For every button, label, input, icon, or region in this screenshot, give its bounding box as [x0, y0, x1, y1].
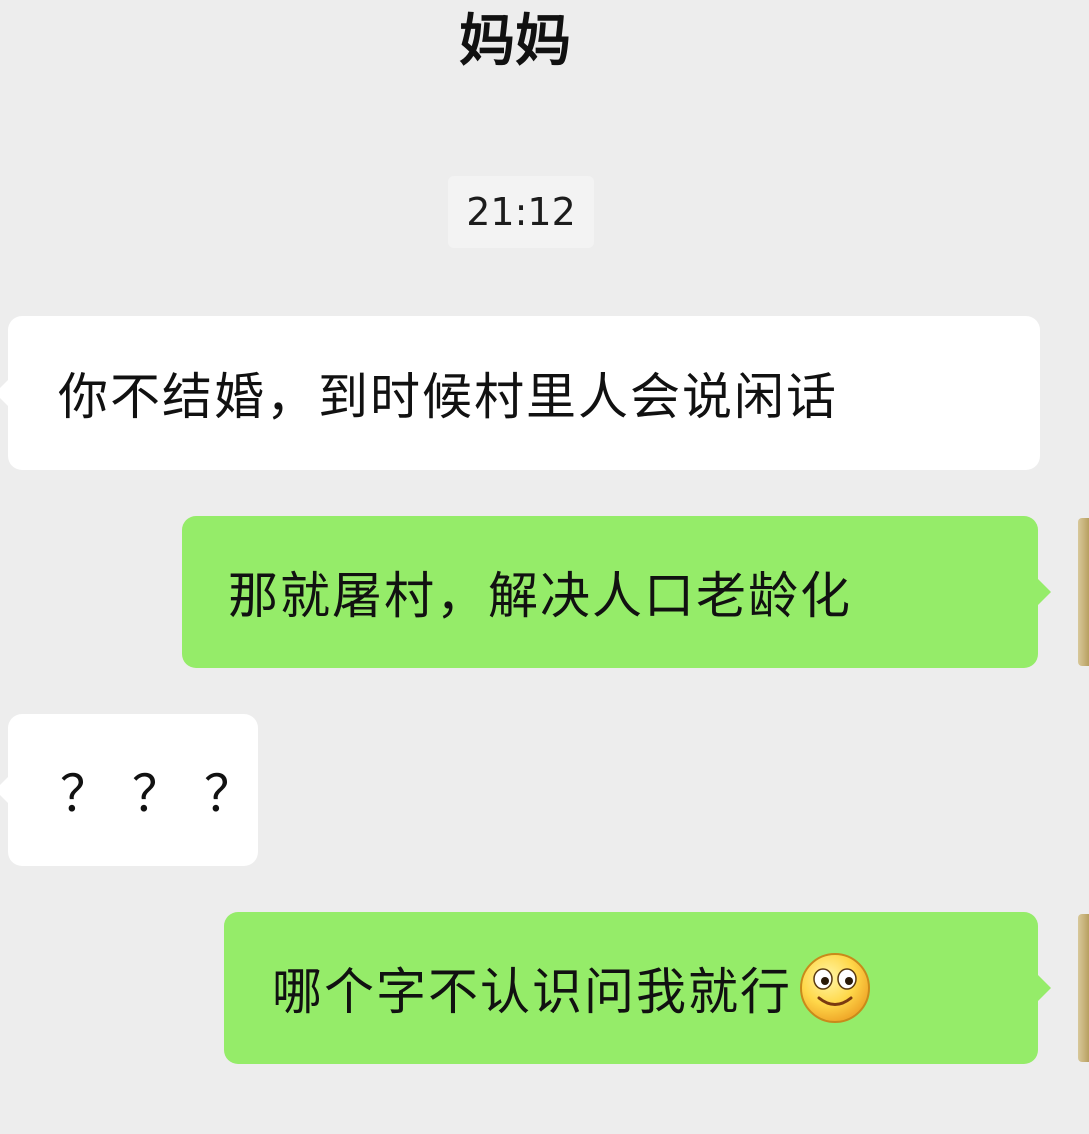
my-avatar[interactable] [1078, 914, 1089, 1062]
incoming-message-bubble[interactable]: ？？？ [0, 714, 258, 866]
chat-title: 妈妈 [459, 9, 571, 74]
message-text: 你不结婚，到时候村里人会说闲话 [58, 368, 838, 426]
message-text: 哪个字不认识问我就行 [272, 963, 792, 1021]
incoming-message-bubble[interactable]: 你不结婚，到时候村里人会说闲话 [0, 316, 1040, 470]
smiling-face-icon [798, 951, 872, 1025]
message-text: ？？？ [60, 765, 276, 823]
outgoing-message-bubble[interactable]: 哪个字不认识问我就行 [224, 912, 1051, 1064]
message-text: 那就屠村，解决人口老龄化 [228, 567, 852, 625]
message-timestamp: 21:12 [448, 176, 594, 248]
my-avatar[interactable] [1078, 518, 1089, 666]
outgoing-message-bubble[interactable]: 那就屠村，解决人口老龄化 [182, 516, 1051, 668]
